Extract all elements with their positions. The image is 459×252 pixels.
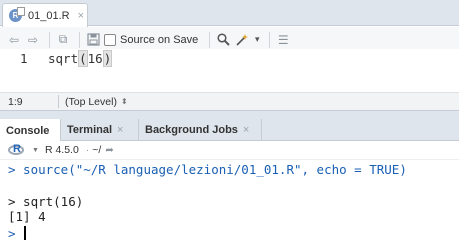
scope-label: (Top Level)	[65, 95, 117, 108]
console-line-command: > sqrt(16)	[8, 194, 84, 209]
open-paren: (	[78, 50, 88, 67]
close-icon[interactable]: ×	[243, 124, 249, 136]
scope-dropdown[interactable]: (Top Level) ⬍	[65, 96, 128, 108]
chevron-down-icon[interactable]: ▼	[32, 147, 39, 154]
console-line-source: > source("~/R language/lezioni/01_01.R",…	[8, 162, 407, 177]
prompt-symbol: >	[8, 226, 16, 241]
tab-terminal[interactable]: Terminal ×	[61, 119, 139, 141]
toolbar-divider	[49, 31, 50, 48]
r-version: R 4.5.0	[44, 144, 79, 156]
r-logo-icon[interactable]: R	[8, 143, 28, 156]
code-tools-wand-icon[interactable]	[234, 32, 250, 48]
working-directory: ~/	[92, 144, 102, 156]
close-icon[interactable]: ×	[117, 124, 123, 136]
line-number: 1	[20, 51, 28, 66]
code-function: sqrt	[48, 51, 79, 66]
editor-status-bar: 1:9 (Top Level) ⬍	[0, 92, 459, 111]
text-cursor	[24, 226, 27, 240]
console-line-result: [1] 4	[8, 209, 46, 224]
tab-console[interactable]: Console	[0, 119, 61, 142]
toolbar-divider	[79, 31, 80, 48]
document-outline-icon[interactable]: ☰	[275, 32, 291, 48]
code-line[interactable]: sqrt(16)	[48, 50, 113, 67]
pane-splitter[interactable]	[0, 111, 459, 119]
code-argument: 16	[87, 51, 103, 66]
editor-tab-label: 01_01.R	[28, 9, 70, 22]
console-tab-strip: Console Terminal × Background Jobs ×	[0, 119, 459, 142]
tab-label: Terminal	[67, 124, 113, 136]
r-file-icon: R	[9, 7, 25, 22]
console-prompt[interactable]: >	[8, 226, 27, 241]
editor-tab-strip: R 01_01.R ×	[0, 0, 459, 27]
forward-arrow-icon[interactable]: ⇨	[25, 32, 41, 48]
go-to-directory-icon[interactable]: ➦	[105, 145, 113, 156]
close-paren: )	[102, 50, 113, 67]
cursor-position: 1:9	[8, 95, 23, 108]
tab-background-jobs[interactable]: Background Jobs ×	[139, 119, 262, 141]
separator-dot: ·	[85, 144, 90, 156]
source-on-save-checkbox[interactable]	[104, 33, 116, 46]
editor-tab-01-01[interactable]: R 01_01.R ×	[2, 3, 88, 27]
status-divider	[58, 95, 59, 108]
toolbar-divider	[269, 31, 271, 48]
chevron-down-icon[interactable]: ▾	[253, 32, 261, 48]
show-in-new-window-icon[interactable]: ⧉	[55, 32, 71, 48]
tab-label: Background Jobs	[145, 124, 238, 136]
back-arrow-icon[interactable]: ⇦	[6, 32, 22, 48]
tab-label: Console	[6, 124, 50, 137]
console-output[interactable]: > source("~/R language/lezioni/01_01.R",…	[0, 160, 459, 252]
close-icon[interactable]: ×	[78, 10, 84, 22]
search-icon[interactable]	[215, 32, 231, 48]
save-icon[interactable]	[85, 32, 101, 48]
console-header: R ▼ R 4.5.0 · ~/ ➦	[0, 141, 459, 160]
source-on-save-label: Source on Save	[120, 33, 199, 46]
toolbar-divider	[209, 31, 211, 48]
code-editor[interactable]: 1 sqrt(16)	[0, 49, 459, 91]
up-down-arrows-icon: ⬍	[120, 97, 128, 106]
